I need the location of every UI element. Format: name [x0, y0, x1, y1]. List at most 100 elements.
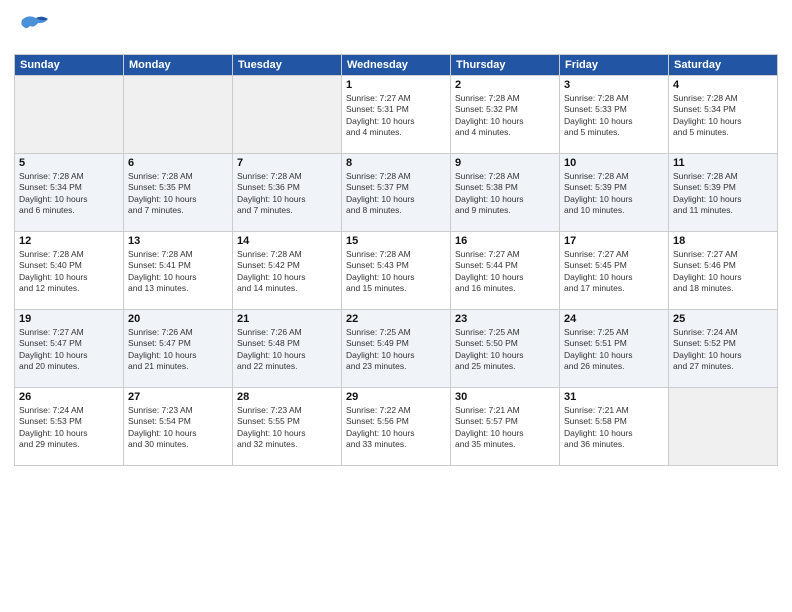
day-number: 14	[237, 235, 337, 247]
calendar-cell: 4Sunrise: 7:28 AMSunset: 5:34 PMDaylight…	[669, 76, 778, 154]
calendar-cell: 31 Sunrise: 7:21 AMSunset: 5:58 PMDayligh…	[560, 388, 669, 466]
day-number: 27	[128, 391, 228, 403]
day-number: 23	[455, 313, 555, 325]
day-number: 24	[564, 313, 664, 325]
cell-info: Sunrise: 7:27 AMSunset: 5:31 PMDaylight:…	[346, 93, 446, 139]
calendar-header-row: SundayMondayTuesdayWednesdayThursdayFrid…	[15, 55, 778, 76]
calendar-cell	[233, 76, 342, 154]
calendar-cell: 26 Sunrise: 7:24 AMSunset: 5:53 PMDayligh…	[15, 388, 124, 466]
day-number: 26	[19, 391, 119, 403]
day-number: 8	[346, 157, 446, 169]
calendar-cell: 6 Sunrise: 7:28 AMSunset: 5:35 PMDaylight…	[124, 154, 233, 232]
day-number: 30	[455, 391, 555, 403]
day-number: 31	[564, 391, 664, 403]
calendar-cell: 8Sunrise: 7:28 AMSunset: 5:37 PMDaylight…	[342, 154, 451, 232]
cell-info: Sunrise: 7:21 AMSunset: 5:57 PMDaylight:…	[455, 405, 555, 451]
day-number: 16	[455, 235, 555, 247]
logo	[14, 10, 56, 48]
logo-icon	[14, 10, 52, 48]
calendar-cell: 7 Sunrise: 7:28 AMSunset: 5:36 PMDaylight…	[233, 154, 342, 232]
cell-info: Sunrise: 7:26 AMSunset: 5:47 PMDaylight:…	[128, 327, 228, 373]
day-number: 28	[237, 391, 337, 403]
calendar-cell: 17 Sunrise: 7:27 AMSunset: 5:45 PMDayligh…	[560, 232, 669, 310]
calendar-cell: 22 Sunrise: 7:25 AMSunset: 5:49 PMDayligh…	[342, 310, 451, 388]
calendar-cell: 20 Sunrise: 7:26 AMSunset: 5:47 PMDayligh…	[124, 310, 233, 388]
col-header-tuesday: Tuesday	[233, 55, 342, 76]
cell-info: Sunrise: 7:28 AMSunset: 5:36 PMDaylight:…	[237, 171, 337, 217]
day-number: 29	[346, 391, 446, 403]
day-number: 25	[673, 313, 773, 325]
calendar-cell	[15, 76, 124, 154]
day-number: 7	[237, 157, 337, 169]
col-header-friday: Friday	[560, 55, 669, 76]
calendar-table: SundayMondayTuesdayWednesdayThursdayFrid…	[14, 54, 778, 466]
calendar-week-4: 19 Sunrise: 7:27 AMSunset: 5:47 PMDayligh…	[15, 310, 778, 388]
cell-info: Sunrise: 7:28 AMSunset: 5:40 PMDaylight:…	[19, 249, 119, 295]
calendar-cell: 18 Sunrise: 7:27 AMSunset: 5:46 PMDayligh…	[669, 232, 778, 310]
calendar-cell: 9 Sunrise: 7:28 AMSunset: 5:38 PMDaylight…	[451, 154, 560, 232]
cell-info: Sunrise: 7:26 AMSunset: 5:48 PMDaylight:…	[237, 327, 337, 373]
calendar-cell: 24 Sunrise: 7:25 AMSunset: 5:51 PMDayligh…	[560, 310, 669, 388]
cell-info: Sunrise: 7:27 AMSunset: 5:45 PMDaylight:…	[564, 249, 664, 295]
day-number: 20	[128, 313, 228, 325]
day-number: 2	[455, 79, 555, 91]
cell-info: Sunrise: 7:21 AMSunset: 5:58 PMDaylight:…	[564, 405, 664, 451]
calendar-cell: 14 Sunrise: 7:28 AMSunset: 5:42 PMDayligh…	[233, 232, 342, 310]
cell-info: Sunrise: 7:24 AMSunset: 5:52 PMDaylight:…	[673, 327, 773, 373]
day-number: 22	[346, 313, 446, 325]
cell-info: Sunrise: 7:25 AMSunset: 5:50 PMDaylight:…	[455, 327, 555, 373]
day-number: 9	[455, 157, 555, 169]
day-number: 15	[346, 235, 446, 247]
cell-info: Sunrise: 7:25 AMSunset: 5:51 PMDaylight:…	[564, 327, 664, 373]
calendar-cell: 28 Sunrise: 7:23 AMSunset: 5:55 PMDayligh…	[233, 388, 342, 466]
cell-info: Sunrise: 7:27 AMSunset: 5:44 PMDaylight:…	[455, 249, 555, 295]
calendar-week-2: 5 Sunrise: 7:28 AMSunset: 5:34 PMDaylight…	[15, 154, 778, 232]
day-number: 5	[19, 157, 119, 169]
cell-info: Sunrise: 7:24 AMSunset: 5:53 PMDaylight:…	[19, 405, 119, 451]
cell-info: Sunrise: 7:22 AMSunset: 5:56 PMDaylight:…	[346, 405, 446, 451]
page: SundayMondayTuesdayWednesdayThursdayFrid…	[0, 0, 792, 612]
cell-info: Sunrise: 7:27 AMSunset: 5:46 PMDaylight:…	[673, 249, 773, 295]
day-number: 12	[19, 235, 119, 247]
calendar-cell: 15 Sunrise: 7:28 AMSunset: 5:43 PMDayligh…	[342, 232, 451, 310]
calendar-cell: 10 Sunrise: 7:28 AMSunset: 5:39 PMDayligh…	[560, 154, 669, 232]
day-number: 18	[673, 235, 773, 247]
calendar-cell	[669, 388, 778, 466]
day-number: 19	[19, 313, 119, 325]
cell-info: Sunrise: 7:28 AMSunset: 5:39 PMDaylight:…	[673, 171, 773, 217]
calendar-week-5: 26 Sunrise: 7:24 AMSunset: 5:53 PMDayligh…	[15, 388, 778, 466]
col-header-saturday: Saturday	[669, 55, 778, 76]
cell-info: Sunrise: 7:28 AMSunset: 5:43 PMDaylight:…	[346, 249, 446, 295]
calendar-cell: 11 Sunrise: 7:28 AMSunset: 5:39 PMDayligh…	[669, 154, 778, 232]
cell-info: Sunrise: 7:28 AMSunset: 5:38 PMDaylight:…	[455, 171, 555, 217]
cell-info: Sunrise: 7:28 AMSunset: 5:32 PMDaylight:…	[455, 93, 555, 139]
col-header-monday: Monday	[124, 55, 233, 76]
calendar-cell	[124, 76, 233, 154]
day-number: 3	[564, 79, 664, 91]
calendar-week-3: 12 Sunrise: 7:28 AMSunset: 5:40 PMDayligh…	[15, 232, 778, 310]
cell-info: Sunrise: 7:28 AMSunset: 5:34 PMDaylight:…	[19, 171, 119, 217]
calendar-cell: 13Sunrise: 7:28 AMSunset: 5:41 PMDayligh…	[124, 232, 233, 310]
col-header-thursday: Thursday	[451, 55, 560, 76]
day-number: 6	[128, 157, 228, 169]
col-header-sunday: Sunday	[15, 55, 124, 76]
calendar-cell: 1Sunrise: 7:27 AMSunset: 5:31 PMDaylight…	[342, 76, 451, 154]
calendar-cell: 25 Sunrise: 7:24 AMSunset: 5:52 PMDayligh…	[669, 310, 778, 388]
cell-info: Sunrise: 7:28 AMSunset: 5:35 PMDaylight:…	[128, 171, 228, 217]
cell-info: Sunrise: 7:27 AMSunset: 5:47 PMDaylight:…	[19, 327, 119, 373]
calendar-cell: 2 Sunrise: 7:28 AMSunset: 5:32 PMDaylight…	[451, 76, 560, 154]
day-number: 11	[673, 157, 773, 169]
day-number: 10	[564, 157, 664, 169]
cell-info: Sunrise: 7:23 AMSunset: 5:55 PMDaylight:…	[237, 405, 337, 451]
calendar-cell: 29 Sunrise: 7:22 AMSunset: 5:56 PMDayligh…	[342, 388, 451, 466]
calendar-cell: 23 Sunrise: 7:25 AMSunset: 5:50 PMDayligh…	[451, 310, 560, 388]
day-number: 17	[564, 235, 664, 247]
day-number: 21	[237, 313, 337, 325]
calendar-cell: 21 Sunrise: 7:26 AMSunset: 5:48 PMDayligh…	[233, 310, 342, 388]
calendar-cell: 12 Sunrise: 7:28 AMSunset: 5:40 PMDayligh…	[15, 232, 124, 310]
cell-info: Sunrise: 7:28 AMSunset: 5:34 PMDaylight:…	[673, 93, 773, 139]
cell-info: Sunrise: 7:25 AMSunset: 5:49 PMDaylight:…	[346, 327, 446, 373]
cell-info: Sunrise: 7:28 AMSunset: 5:41 PMDaylight:…	[128, 249, 228, 295]
cell-info: Sunrise: 7:28 AMSunset: 5:39 PMDaylight:…	[564, 171, 664, 217]
cell-info: Sunrise: 7:28 AMSunset: 5:42 PMDaylight:…	[237, 249, 337, 295]
